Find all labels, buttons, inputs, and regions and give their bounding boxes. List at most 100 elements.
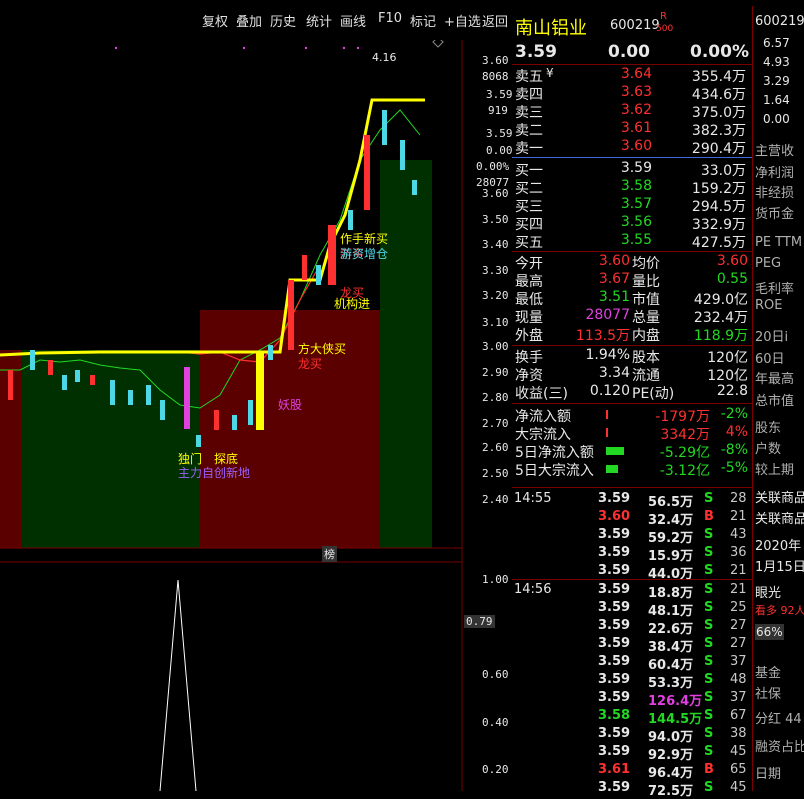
buy-level-4[interactable]: 买四 3.56 332.9万 [512,214,752,233]
osc-label-4: 0.20 [482,763,509,776]
side-label-22[interactable]: 基金 [755,662,781,681]
buy-level-3[interactable]: 买三 3.57 294.5万 [512,196,752,215]
buy-5-label: 买五 [515,235,543,251]
eps-value: 0.120 [589,383,630,399]
side-label-14[interactable]: 较上期 [755,459,794,478]
buy-level-1[interactable]: 买一 3.59 33.0万 [512,160,752,179]
side-label-3[interactable]: 货币金 [755,203,794,222]
buy-level-2[interactable]: 买二 3.58 159.2万 [512,178,752,197]
flow-row-2: 大宗流入 3342万 4% [512,424,752,443]
stat-row-cur: 现量 28077 总量 232.4万 [512,307,752,326]
flow-1-value: -1797万 [655,409,710,425]
tick-side: S [704,527,714,542]
kline-chart-svg[interactable] [0,40,512,791]
divider [512,403,752,404]
side-label-5[interactable]: PEG [755,256,781,271]
side-label-26[interactable]: 日期 [755,763,781,782]
vr-label: 量比 [632,274,660,290]
side-label-24[interactable]: 分红 44 [755,708,802,727]
side-label-20: 看多 92人 [755,604,804,617]
back-button[interactable]: 返回 [482,11,508,30]
overlay-button[interactable]: 叠加 [236,11,262,30]
tick-price: 3.60 [598,509,631,524]
f10-button[interactable]: F10 [378,11,402,26]
side-label-1[interactable]: 净利润 [755,162,794,181]
side-code: 600219 [755,14,804,29]
tick-row: 3.59 48.1万 S 25 [512,600,752,619]
buy-4-label: 买四 [515,217,543,233]
tick-count: 27 [730,636,747,651]
nav-label: 净资 [515,368,543,384]
sell-level-1[interactable]: 卖一 3.60 290.4万 [512,138,752,157]
buy-4-price: 3.56 [620,214,652,230]
tick-row: 3.59 94.0万 S 38 [512,726,752,745]
sell-level-3[interactable]: 卖三 3.62 375.0万 [512,102,752,121]
side-label-9[interactable]: 60日 [755,348,785,367]
tick-volume: 38.4万 [648,640,694,655]
sell-level-5[interactable]: 卖五 ¥ 3.64 355.4万 [512,66,752,85]
tick-price: 3.59 [598,545,631,560]
buy-1-label: 买一 [515,163,543,179]
annotation-7: 龙买 [298,357,323,371]
stat-row-outer: 外盘 113.5万 内盘 118.9万 [512,325,752,344]
add-watchlist-button[interactable]: +自选 [444,11,481,30]
side-label-4[interactable]: PE TTM [755,235,802,250]
side-label-7[interactable]: ROE [755,298,782,313]
info-side-panel: 600219 6.57 4.93 3.29 1.64 0.00 主营收 净利润 … [752,6,804,791]
y-label-5: 0.00 [486,144,513,157]
mcap-value: 429.0亿 [693,292,748,308]
annotation-3: 游资增仓 [340,247,389,261]
divider [512,345,752,346]
side-label-15[interactable]: 关联商品 [755,487,804,506]
side-label-6[interactable]: 毛利率 [755,278,794,297]
tick-count: 38 [730,726,747,741]
mark-button[interactable]: 标记 [410,11,436,30]
side-label-8[interactable]: 20日i [755,326,788,345]
stats-button[interactable]: 统计 [306,11,332,30]
draw-line-button[interactable]: 画线 [340,11,366,30]
diamond-icon[interactable] [432,40,444,48]
stat-row-open: 今开 3.60 均价 3.60 [512,253,752,272]
side-label-23[interactable]: 社保 [755,683,781,702]
tick-side: S [704,563,714,578]
side-num-4: 0.00 [763,112,790,126]
history-button[interactable]: 历史 [270,11,296,30]
fuquan-button[interactable]: 复权 [202,11,228,30]
y-label-14: 3.00 [482,340,509,353]
side-label-11[interactable]: 总市值 [755,390,794,409]
tick-row: 3.59 15.9万 S 36 [512,545,752,564]
sell-4-label: 卖四 [515,87,543,103]
price-change: 0.00 [608,42,650,62]
side-label-12[interactable]: 股东 [755,417,781,436]
open-label: 今开 [515,256,543,272]
side-label-25[interactable]: 融资占比 [755,736,804,755]
side-label-16[interactable]: 关联商品 [755,508,804,527]
sell-level-2[interactable]: 卖二 3.61 382.3万 [512,120,752,139]
buy-5-vol: 427.5万 [691,235,746,251]
y-label-16: 2.80 [482,391,509,404]
side-label-19[interactable]: 眼光 [755,582,781,601]
sell-level-4[interactable]: 卖四 3.63 434.6万 [512,84,752,103]
kline-chart-area[interactable]: 4.16 新买 作手新买 游资增仓 龙买 机构进 方大侠买 龙买 妖股 独门 探… [0,40,513,791]
tick-count: 27 [730,618,747,633]
flow-1-label: 净流入额 [515,409,571,425]
side-label-10[interactable]: 年最高 [755,368,794,387]
flow-4-pct: -5% [720,460,748,476]
sell-5-label: 卖五 [515,69,543,85]
y-label-8: 3.60 [482,187,509,200]
flow-3-value: -5.29亿 [659,445,710,461]
flow-row-3: 5日净流入额 -5.29亿 -8% [512,442,752,461]
sell-1-vol: 290.4万 [691,141,746,157]
turn-value: 1.94% [585,347,630,363]
buy-level-5[interactable]: 买五 3.55 427.5万 [512,232,752,251]
bottom-tab[interactable]: 榜 [322,546,337,562]
side-label-0[interactable]: 主营收 [755,140,794,159]
side-label-2[interactable]: 非经损 [755,182,794,201]
side-num-1: 4.93 [763,55,790,69]
flow-3-bar [606,447,624,455]
divider [512,487,752,488]
side-label-13[interactable]: 户数 [755,438,781,457]
side-label-21[interactable]: 66% [755,624,784,640]
sell-5-price: 3.64 [620,66,652,82]
sell-3-label: 卖三 [515,105,543,121]
